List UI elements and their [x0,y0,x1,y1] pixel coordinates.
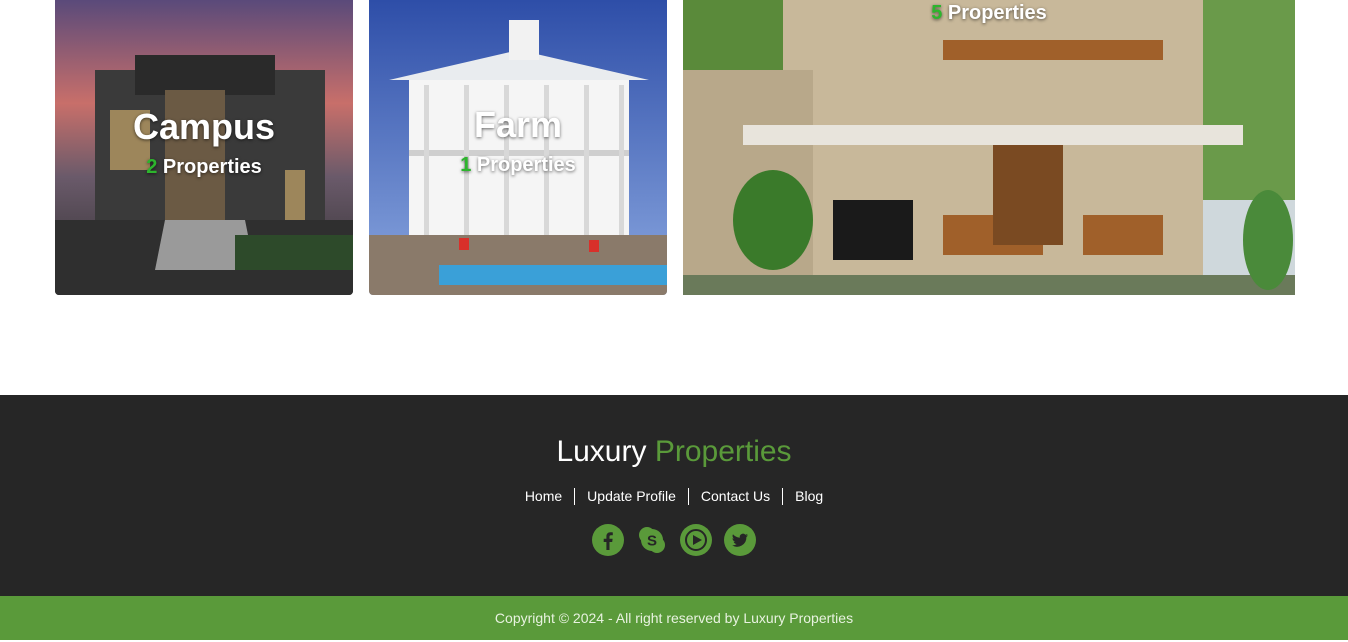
svg-text:S: S [647,533,657,550]
footer-brand[interactable]: Luxury Properties [0,435,1348,469]
card-count: 2 [146,156,158,178]
card-overlay: 5 Properties [683,2,1295,25]
category-card-campus[interactable]: Campus 2 Properties [55,0,353,295]
card-count: 1 [460,154,472,176]
site-footer: Luxury Properties Home Update Profile Co… [0,395,1348,596]
card-title: Campus [132,106,276,147]
skype-icon[interactable]: S [636,524,668,556]
card-count-line: 5 Properties [683,2,1295,25]
footer-link-contact-us[interactable]: Contact Us [687,488,782,505]
brand-accent: Properties [654,435,792,468]
card-count-suffix: Properties [476,154,576,176]
card-count-suffix: Properties [162,156,262,178]
card-title: Farm [473,104,563,145]
footer-link-home[interactable]: Home [513,488,574,505]
category-cards: Campus 2 Properties Farm 1 Properties 5 … [0,0,1348,395]
footer-link-blog[interactable]: Blog [782,488,835,505]
footer-link-update-profile[interactable]: Update Profile [574,488,688,505]
copyright-bar: Copyright © 2024 - All right reserved by… [0,596,1348,640]
card-overlay: Campus 2 Properties [55,106,353,179]
card-count-line: 1 Properties [369,154,667,177]
card-overlay: Farm 1 Properties [369,104,667,177]
youtube-icon[interactable] [680,524,712,556]
twitter-icon[interactable] [724,524,756,556]
category-card-farm[interactable]: Farm 1 Properties [369,0,667,295]
social-links: S [0,524,1348,556]
card-count-suffix: Properties [947,2,1047,24]
footer-nav: Home Update Profile Contact Us Blog [0,488,1348,505]
category-card-villa[interactable]: 5 Properties [683,0,1295,295]
card-count: 5 [931,2,943,24]
copyright-text: Copyright © 2024 - All right reserved by… [494,610,854,626]
villa-house-image [683,0,1295,295]
facebook-icon[interactable] [592,524,624,556]
card-count-line: 2 Properties [55,156,353,179]
brand-main: Luxury [556,435,647,468]
